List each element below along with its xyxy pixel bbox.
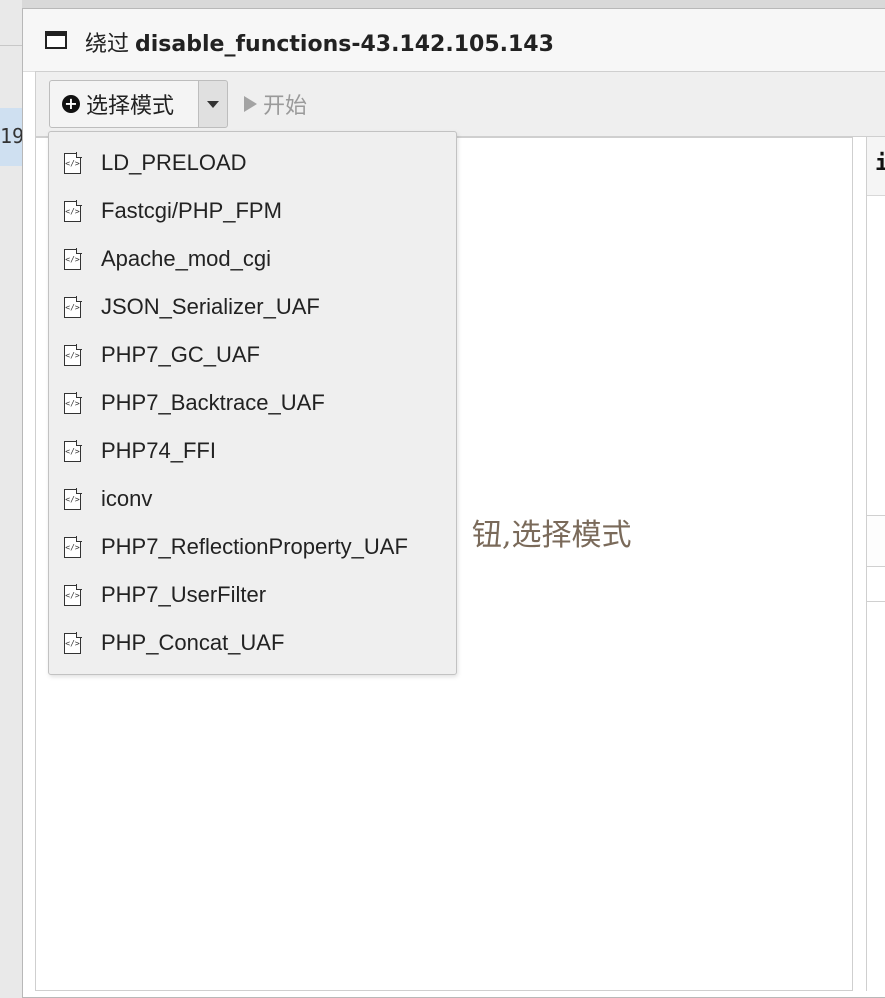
code-file-icon: </> — [64, 632, 82, 654]
background-divider — [0, 45, 22, 46]
code-file-icon: </> — [64, 344, 82, 366]
menu-item-php7-reflectionproperty-uaf[interactable]: </> PHP7_ReflectionProperty_UAF — [49, 523, 456, 571]
menu-item-label: PHP_Concat_UAF — [101, 630, 285, 655]
menu-item-label: PHP74_FFI — [101, 438, 216, 463]
menu-item-label: PHP7_GC_UAF — [101, 342, 260, 367]
code-file-icon: </> — [64, 392, 82, 414]
code-file-icon: </> — [64, 152, 82, 174]
start-button[interactable]: 开始 — [244, 80, 307, 128]
menu-item-label: JSON_Serializer_UAF — [101, 294, 320, 319]
window-icon — [45, 31, 67, 49]
code-file-icon: </> — [64, 584, 82, 606]
menu-item-label: Apache_mod_cgi — [101, 246, 272, 271]
menu-item-php74-ffi[interactable]: </> PHP74_FFI — [49, 427, 456, 475]
select-mode-dropdown-toggle[interactable] — [198, 80, 228, 128]
window-titlebar[interactable]: 绕过 disable_functions-43.142.105.143 — [23, 9, 885, 72]
menu-item-iconv[interactable]: </> iconv — [49, 475, 456, 523]
menu-item-ld-preload[interactable]: </> LD_PRELOAD — [49, 139, 456, 187]
caret-down-icon — [207, 100, 219, 108]
code-file-icon: </> — [64, 488, 82, 510]
select-mode-button[interactable]: + 选择模式 — [49, 80, 199, 128]
menu-item-label: LD_PRELOAD — [101, 150, 247, 175]
menu-item-php7-gc-uaf[interactable]: </> PHP7_GC_UAF — [49, 331, 456, 379]
window-title: 绕过 disable_functions-43.142.105.143 — [85, 26, 554, 58]
plus-circle-icon: + — [62, 95, 80, 113]
right-panel-header-text: i — [875, 151, 885, 176]
select-mode-label: 选择模式 — [86, 94, 175, 119]
code-file-icon: </> — [64, 536, 82, 558]
menu-item-label: PHP7_ReflectionProperty_UAF — [101, 534, 408, 559]
menu-item-apache-mod-cgi[interactable]: </> Apache_mod_cgi — [49, 235, 456, 283]
play-icon — [244, 96, 257, 112]
right-panel: i — [866, 137, 885, 991]
background-cell-text: 19 — [0, 124, 25, 148]
select-mode-menu: </> LD_PRELOAD </> Fastcgi/PHP_FPM </> A… — [48, 131, 457, 675]
menu-item-php7-userfilter[interactable]: </> PHP7_UserFilter — [49, 571, 456, 619]
code-file-icon: </> — [64, 296, 82, 318]
menu-item-label: Fastcgi/PHP_FPM — [101, 198, 282, 223]
menu-item-json-serializer-uaf[interactable]: </> JSON_Serializer_UAF — [49, 283, 456, 331]
code-file-icon: </> — [64, 200, 82, 222]
menu-item-label: iconv — [101, 486, 153, 511]
window-title-host: disable_functions-43.142.105.143 — [135, 32, 554, 57]
toolbar: + 选择模式 开始 — [35, 71, 885, 137]
hint-text: 钮,选择模式 — [472, 518, 632, 553]
code-file-icon: </> — [64, 440, 82, 462]
right-panel-input[interactable] — [867, 515, 885, 567]
menu-item-label: PHP7_Backtrace_UAF — [101, 390, 325, 415]
right-panel-header: i — [867, 137, 885, 196]
start-label: 开始 — [263, 94, 308, 119]
menu-item-fastcgi-php-fpm[interactable]: </> Fastcgi/PHP_FPM — [49, 187, 456, 235]
menu-item-label: PHP7_UserFilter — [101, 582, 267, 607]
menu-item-php7-backtrace-uaf[interactable]: </> PHP7_Backtrace_UAF — [49, 379, 456, 427]
menu-item-php-concat-uaf[interactable]: </> PHP_Concat_UAF — [49, 619, 456, 667]
window-title-prefix: 绕过 — [85, 32, 130, 57]
code-file-icon: </> — [64, 248, 82, 270]
right-panel-divider — [867, 601, 885, 602]
